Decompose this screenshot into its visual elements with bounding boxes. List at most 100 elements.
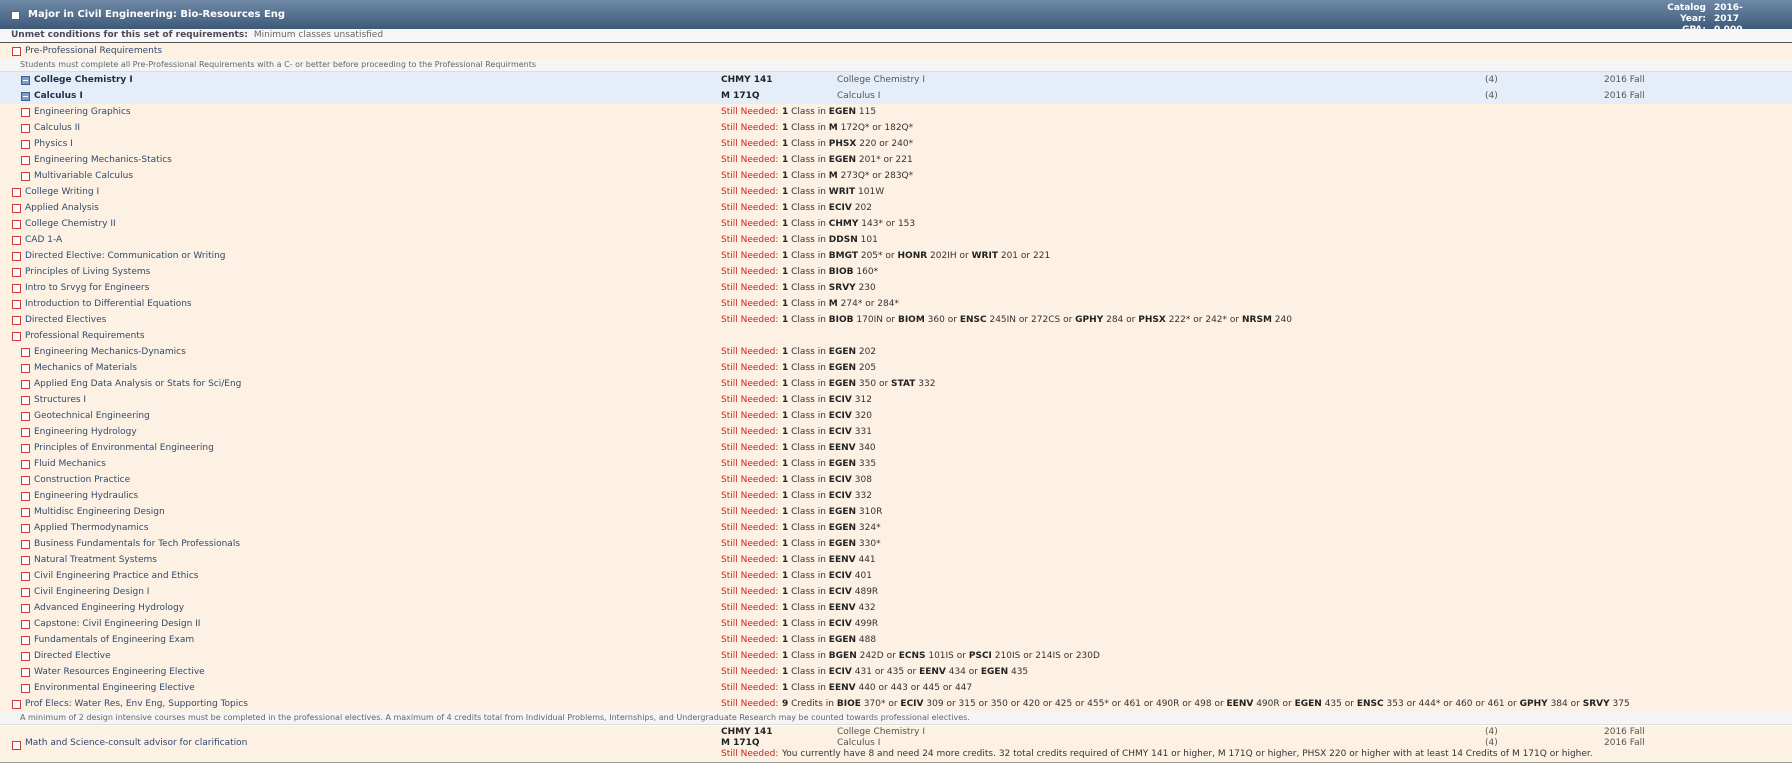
unchecked-box-icon[interactable] — [12, 47, 21, 56]
requirement-row[interactable]: Introduction to Differential Equations St… — [0, 296, 1792, 313]
section-header[interactable]: Professional Requirements — [0, 328, 1792, 345]
course-code[interactable]: CHMY 141 — [721, 727, 773, 738]
unchecked-box-icon[interactable] — [21, 364, 30, 373]
requirement-row[interactable]: Civil Engineering Practice and Ethics Sti… — [0, 568, 1792, 585]
course-code[interactable]: CHMY 141 — [721, 72, 773, 88]
unchecked-box-icon[interactable] — [21, 572, 30, 581]
requirement-row[interactable]: Calculus II Still Needed: 1 Class in M 172… — [0, 120, 1792, 137]
unchecked-box-icon[interactable] — [21, 108, 30, 117]
requirement-row[interactable]: CAD 1-A Still Needed: 1 Class in DDSN 101 — [0, 232, 1792, 249]
requirement-row[interactable]: Construction Practice Still Needed: 1 Clas… — [0, 472, 1792, 489]
requirement-row[interactable]: Business Fundamentals for Tech Professio… — [0, 536, 1792, 553]
requirement-row[interactable]: Multivariable Calculus Still Needed: 1 Cla… — [0, 168, 1792, 185]
requirement-row[interactable]: Applied Eng Data Analysis or Stats for S… — [0, 376, 1792, 393]
still-needed-detail: 1 Class in ECIV 489R — [782, 587, 879, 597]
unchecked-box-icon[interactable] — [21, 668, 30, 677]
requirement-row[interactable]: Directed Elective: Communication or Writ… — [0, 248, 1792, 265]
unchecked-box-icon[interactable] — [21, 460, 30, 469]
requirement-name: Natural Treatment Systems — [34, 555, 157, 565]
unchecked-box-icon[interactable] — [12, 236, 21, 245]
requirement-row[interactable]: Intro to Srvyg for Engineers Still Needed… — [0, 280, 1792, 297]
requirement-row[interactable]: Civil Engineering Design I Still Needed: 1… — [0, 584, 1792, 601]
block-title: Major in Civil Engineering: Bio-Resource… — [28, 9, 286, 20]
requirement-name: Fluid Mechanics — [34, 459, 106, 469]
requirement-row[interactable]: Fluid Mechanics Still Needed: 1 Class in E… — [0, 456, 1792, 473]
requirement-row[interactable]: Engineering Hydrology Still Needed: 1 Clas… — [0, 424, 1792, 441]
requirement-row[interactable]: Environmental Engineering Elective Still … — [0, 680, 1792, 697]
requirement-row[interactable]: Principles of Environmental Engineering S… — [0, 440, 1792, 457]
unchecked-box-icon[interactable] — [21, 620, 30, 629]
section-header[interactable]: Pre-Professional Requirements — [0, 43, 1792, 60]
unchecked-box-icon[interactable] — [21, 604, 30, 613]
requirement-row[interactable]: Capstone: Civil Engineering Design II Sti… — [0, 616, 1792, 633]
unchecked-box-icon[interactable] — [21, 540, 30, 549]
completed-requirement-row[interactable]: College Chemistry I CHMY 141 College Chemi… — [0, 72, 1792, 89]
unchecked-box-icon[interactable] — [12, 188, 21, 197]
requirement-row[interactable]: Structures I Still Needed: 1 Class in ECIV… — [0, 392, 1792, 409]
requirement-name: Civil Engineering Design I — [34, 587, 150, 597]
unchecked-box-icon[interactable] — [21, 492, 30, 501]
unchecked-box-icon[interactable] — [12, 204, 21, 213]
unchecked-box-icon[interactable] — [12, 268, 21, 277]
unchecked-box-icon[interactable] — [21, 348, 30, 357]
course-code[interactable]: M 171Q — [721, 88, 760, 104]
still-needed-detail: You currently have 8 and need 24 more cr… — [782, 749, 1593, 759]
unchecked-box-icon[interactable] — [21, 636, 30, 645]
requirement-row[interactable]: Advanced Engineering Hydrology Still Need… — [0, 600, 1792, 617]
unchecked-box-icon[interactable] — [12, 332, 21, 341]
unchecked-box-icon[interactable] — [21, 508, 30, 517]
completed-requirement-row[interactable]: Calculus I M 171Q Calculus I (4) 2016 Fall — [0, 88, 1792, 105]
requirement-row[interactable]: Prof Elecs: Water Res, Env Eng, Supporti… — [0, 696, 1792, 713]
requirement-name: Business Fundamentals for Tech Professio… — [34, 539, 241, 549]
requirement-row[interactable]: Geotechnical Engineering Still Needed: 1 C… — [0, 408, 1792, 425]
unchecked-box-icon[interactable] — [21, 124, 30, 133]
requirement-row[interactable]: College Chemistry II Still Needed: 1 Class… — [0, 216, 1792, 233]
requirement-row[interactable]: College Writing I Still Needed: 1 Class in… — [0, 184, 1792, 201]
unmet-value: Minimum classes unsatisfied — [253, 30, 384, 40]
requirement-name: Prof Elecs: Water Res, Env Eng, Supporti… — [25, 699, 248, 709]
requirement-row[interactable]: Natural Treatment Systems Still Needed: 1 … — [0, 552, 1792, 569]
requirement-row[interactable]: Physics I Still Needed: 1 Class in PHSX 22… — [0, 136, 1792, 153]
still-needed-detail: 1 Class in EGEN 115 — [782, 107, 877, 117]
unchecked-box-icon[interactable] — [21, 684, 30, 693]
requirement-row[interactable]: Directed Elective Still Needed: 1 Class in… — [0, 648, 1792, 665]
collapse-box-icon[interactable] — [21, 92, 30, 101]
unchecked-box-icon[interactable] — [12, 220, 21, 229]
requirement-row[interactable]: Multidisc Engineering Design Still Needed… — [0, 504, 1792, 521]
requirement-row[interactable]: Engineering Graphics Still Needed: 1 Class… — [0, 104, 1792, 121]
unchecked-box-icon[interactable] — [21, 476, 30, 485]
math-science-requirement[interactable]: Math and Science-consult advisor for cla… — [0, 726, 1792, 763]
requirement-row[interactable]: Applied Analysis Still Needed: 1 Class in … — [0, 200, 1792, 217]
toggle-checkbox-icon[interactable] — [11, 11, 20, 20]
requirement-row[interactable]: Mechanics of Materials Still Needed: 1 Cla… — [0, 360, 1792, 377]
requirement-row[interactable]: Fundamentals of Engineering Exam Still Ne… — [0, 632, 1792, 649]
course-code[interactable]: M 171Q — [721, 738, 760, 749]
still-needed-detail: 9 Credits in BIOE 370* or ECIV 309 or 31… — [782, 699, 1630, 709]
unchecked-box-icon[interactable] — [12, 284, 21, 293]
unchecked-box-icon[interactable] — [21, 396, 30, 405]
unchecked-box-icon[interactable] — [12, 252, 21, 261]
requirement-row[interactable]: Directed Electives Still Needed: 1 Class i… — [0, 312, 1792, 329]
unchecked-box-icon[interactable] — [12, 316, 21, 325]
unchecked-box-icon[interactable] — [21, 444, 30, 453]
requirement-row[interactable]: Engineering Mechanics-Dynamics Still Need… — [0, 344, 1792, 361]
requirement-name: Principles of Environmental Engineering — [34, 443, 214, 453]
unchecked-box-icon[interactable] — [21, 428, 30, 437]
unchecked-box-icon[interactable] — [21, 172, 30, 181]
unchecked-box-icon[interactable] — [21, 140, 30, 149]
unchecked-box-icon[interactable] — [21, 556, 30, 565]
unchecked-box-icon[interactable] — [12, 300, 21, 309]
unchecked-box-icon[interactable] — [12, 700, 21, 709]
requirement-row[interactable]: Applied Thermodynamics Still Needed: 1 Cla… — [0, 520, 1792, 537]
unchecked-box-icon[interactable] — [21, 380, 30, 389]
unchecked-box-icon[interactable] — [21, 156, 30, 165]
requirement-row[interactable]: Principles of Living Systems Still Needed… — [0, 264, 1792, 281]
requirement-row[interactable]: Engineering Hydraulics Still Needed: 1 Cla… — [0, 488, 1792, 505]
unchecked-box-icon[interactable] — [21, 652, 30, 661]
requirement-row[interactable]: Engineering Mechanics-Statics Still Neede… — [0, 152, 1792, 169]
unchecked-box-icon[interactable] — [21, 412, 30, 421]
collapse-box-icon[interactable] — [21, 76, 30, 85]
unchecked-box-icon[interactable] — [21, 524, 30, 533]
requirement-row[interactable]: Water Resources Engineering Elective Stil… — [0, 664, 1792, 681]
unchecked-box-icon[interactable] — [21, 588, 30, 597]
